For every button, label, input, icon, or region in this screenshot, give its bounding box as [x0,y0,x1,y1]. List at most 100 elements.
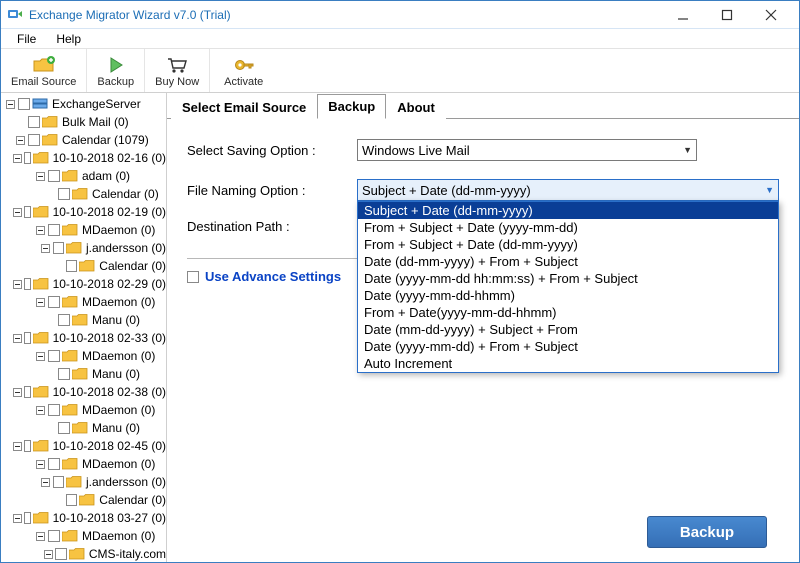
menu-file[interactable]: File [7,30,46,48]
tree-item[interactable]: Manu (0) [3,311,166,329]
collapse-icon[interactable] [13,153,22,164]
tree-checkbox[interactable] [24,332,30,344]
file-naming-option[interactable]: Date (dd-mm-yyyy) + From + Subject [358,253,778,270]
tree-item[interactable]: Bulk Mail (0) [3,113,166,131]
tree-checkbox[interactable] [24,278,30,290]
tree-checkbox[interactable] [53,476,64,488]
tree-checkbox[interactable] [58,188,70,200]
tree-checkbox[interactable] [28,134,40,146]
collapse-icon[interactable] [41,243,51,254]
tree-item[interactable]: j.andersson (0) [3,473,166,491]
collapse-icon[interactable] [35,531,46,542]
collapse-icon[interactable] [13,207,22,218]
tree-checkbox[interactable] [48,170,60,182]
tree-item[interactable]: MDaemon (0) [3,527,166,545]
file-naming-option[interactable]: From + Subject + Date (dd-mm-yyyy) [358,236,778,253]
tree-checkbox[interactable] [18,98,30,110]
tree-item[interactable]: 10-10-2018 02-29 (0) [3,275,166,293]
collapse-icon[interactable] [35,459,46,470]
tree-item[interactable]: Calendar (0) [3,491,166,509]
tree-checkbox[interactable] [24,440,30,452]
tree-item[interactable]: 10-10-2018 02-16 (0) [3,149,166,167]
tree-checkbox[interactable] [58,314,70,326]
tree-checkbox[interactable] [58,422,70,434]
collapse-icon[interactable] [5,99,16,110]
collapse-icon[interactable] [13,387,22,398]
collapse-icon[interactable] [35,405,46,416]
tree-item[interactable]: CMS-italy.com [3,545,166,562]
tab-about[interactable]: About [386,95,446,119]
tree-checkbox[interactable] [48,224,60,236]
file-naming-option[interactable]: Date (yyyy-mm-dd) + From + Subject [358,338,778,355]
collapse-icon[interactable] [41,477,51,488]
tree-item[interactable]: Calendar (0) [3,257,166,275]
collapse-icon[interactable] [15,135,26,146]
minimize-button[interactable] [661,2,705,28]
file-naming-option[interactable]: Date (yyyy-mm-dd hh:mm:ss) + From + Subj… [358,270,778,287]
tree-item[interactable]: ExchangeServer [3,95,166,113]
tree-checkbox[interactable] [48,404,60,416]
tree-item[interactable]: j.andersson (0) [3,239,166,257]
close-button[interactable] [749,2,793,28]
file-naming-option[interactable]: From + Subject + Date (yyyy-mm-dd) [358,219,778,236]
file-naming-option[interactable]: Date (mm-dd-yyyy) + Subject + From [358,321,778,338]
folder-icon [69,548,85,560]
tree-item[interactable]: Calendar (0) [3,185,166,203]
file-naming-option[interactable]: Date (yyyy-mm-dd-hhmm) [358,287,778,304]
tree-item[interactable]: Manu (0) [3,419,166,437]
maximize-button[interactable] [705,2,749,28]
file-naming-dropdown[interactable]: Subject + Date (dd-mm-yyyy)From + Subjec… [357,201,779,373]
tree-checkbox[interactable] [24,512,30,524]
tree-checkbox[interactable] [58,368,70,380]
collapse-icon[interactable] [35,171,46,182]
tree-item[interactable]: Calendar (1079) [3,131,166,149]
collapse-icon[interactable] [13,279,22,290]
tree-item[interactable]: MDaemon (0) [3,347,166,365]
advance-checkbox[interactable] [187,271,199,283]
file-naming-option[interactable]: Auto Increment [358,355,778,372]
toolbar-email-source[interactable]: Email Source [1,49,87,92]
tab-select-email-source[interactable]: Select Email Source [171,95,317,119]
saving-option-select[interactable]: Windows Live Mail ▼ [357,139,697,161]
tree-item[interactable]: 10-10-2018 02-38 (0) [3,383,166,401]
file-naming-select[interactable]: Subject + Date (dd-mm-yyyy) ▼ [357,179,779,201]
tree-item[interactable]: 10-10-2018 02-33 (0) [3,329,166,347]
collapse-icon[interactable] [13,333,22,344]
toolbar-buy-now[interactable]: Buy Now [145,49,210,92]
tree-checkbox[interactable] [28,116,40,128]
collapse-icon[interactable] [43,549,53,560]
tree-checkbox[interactable] [48,350,60,362]
tree-item[interactable]: MDaemon (0) [3,401,166,419]
file-naming-option[interactable]: From + Date(yyyy-mm-dd-hhmm) [358,304,778,321]
tree-checkbox[interactable] [24,152,30,164]
tree-checkbox[interactable] [66,260,78,272]
tree-checkbox[interactable] [48,458,60,470]
tree-checkbox[interactable] [53,242,64,254]
tree-item[interactable]: adam (0) [3,167,166,185]
tree-checkbox[interactable] [48,530,60,542]
tree-item[interactable]: Manu (0) [3,365,166,383]
folder-tree[interactable]: ExchangeServerBulk Mail (0)Calendar (107… [1,93,167,562]
tree-item[interactable]: 10-10-2018 03-27 (0) [3,509,166,527]
tree-item[interactable]: MDaemon (0) [3,293,166,311]
tree-checkbox[interactable] [66,494,78,506]
backup-button[interactable]: Backup [647,516,767,548]
tab-backup[interactable]: Backup [317,94,386,119]
tree-checkbox[interactable] [48,296,60,308]
tree-item[interactable]: MDaemon (0) [3,455,166,473]
tree-checkbox[interactable] [24,206,30,218]
file-naming-option[interactable]: Subject + Date (dd-mm-yyyy) [358,202,778,219]
collapse-icon[interactable] [13,513,22,524]
tree-checkbox[interactable] [24,386,30,398]
toolbar-activate[interactable]: Activate [214,49,273,92]
menu-help[interactable]: Help [46,30,91,48]
collapse-icon[interactable] [35,225,46,236]
collapse-icon[interactable] [13,441,22,452]
collapse-icon[interactable] [35,297,46,308]
tree-item[interactable]: MDaemon (0) [3,221,166,239]
toolbar-backup[interactable]: Backup [87,49,145,92]
tree-checkbox[interactable] [55,548,66,560]
tree-item[interactable]: 10-10-2018 02-45 (0) [3,437,166,455]
tree-item[interactable]: 10-10-2018 02-19 (0) [3,203,166,221]
collapse-icon[interactable] [35,351,46,362]
